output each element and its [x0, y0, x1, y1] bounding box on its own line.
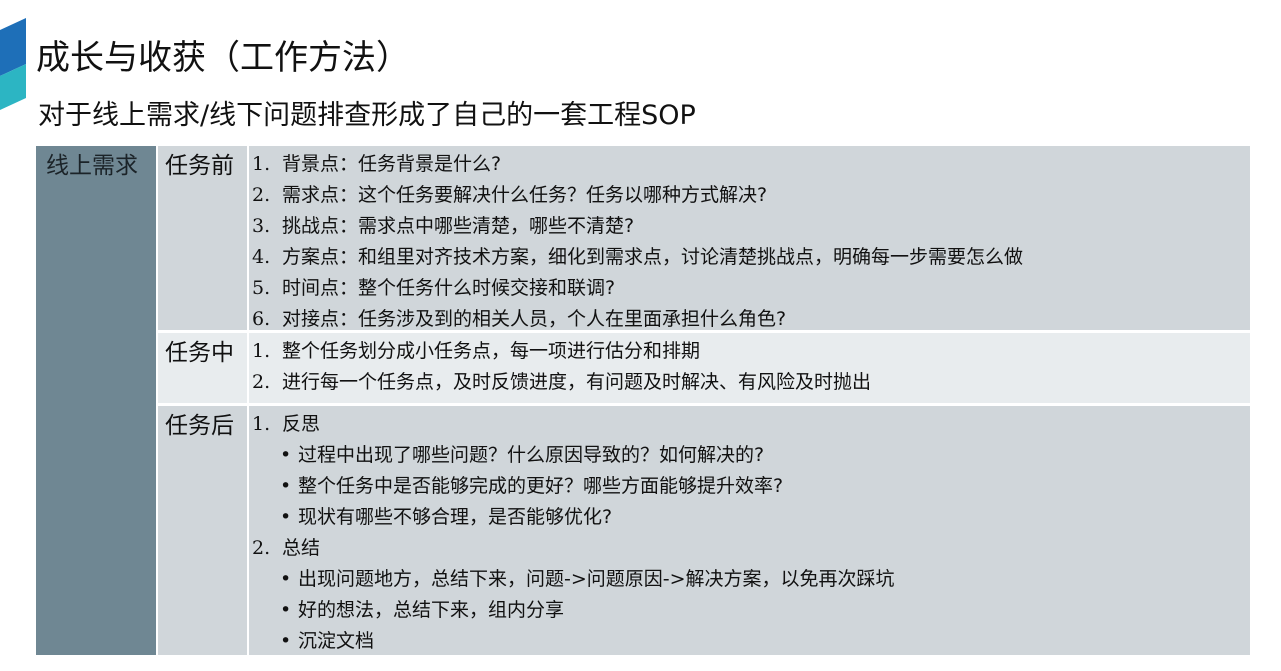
list-item: 6. 对接点：任务涉及到的相关人员，个人在里面承担什么角色? [252, 308, 787, 330]
page-subtitle: 对于线上需求/线下问题排查形成了自己的一套工程SOP [38, 100, 696, 131]
bullet-icon: • [280, 444, 292, 466]
row-label-before-task: 任务前 [158, 146, 247, 330]
list-item: 1. 背景点：任务背景是什么? [252, 153, 502, 175]
bullet-icon: • [280, 568, 292, 590]
list-item: 1. 整个任务划分成小任务点，每一项进行估分和排期 [252, 340, 701, 362]
bullet-item: • 出现问题地方，总结下来，问题->问题原因->解决方案，以免再次踩坑 [252, 564, 1250, 595]
main-category-label: 线上需求 [46, 153, 138, 179]
list-item: 1. 反思 [252, 413, 321, 435]
table-row-before-task: 任务前 1. 背景点：任务背景是什么? 2. 需求点：这个任务要解决什么任务？任务以… [158, 146, 1250, 330]
bullet-icon: • [280, 599, 292, 621]
table-row-after-task: 任务后 1. 反思 • 过程中出现了哪些问题？什么原因导致的？如何解决的? • 整个任… [158, 406, 1250, 655]
list-item: 2. 进行每一个任务点，及时反馈进度，有问题及时解决、有风险及时抛出 [252, 371, 872, 393]
bullet-item: • 好的想法，总结下来，组内分享 [252, 595, 1250, 626]
bullet-item: • 现状有哪些不够合理，是否能够优化? [252, 502, 1250, 533]
list-item: 3. 挑战点：需求点中哪些清楚，哪些不清楚? [252, 215, 635, 237]
list-item: 2. 总结 [252, 537, 321, 559]
page-title: 成长与收获（工作方法） [36, 38, 410, 78]
sop-table: 线上需求 任务前 1. 背景点：任务背景是什么? 2. 需求点：这个任务要解决什么任… [36, 146, 1250, 655]
bullet-item: • 沉淀文档 [252, 626, 1250, 657]
bullet-item: • 过程中出现了哪些问题？什么原因导致的？如何解决的? [252, 440, 1250, 471]
list-item: 2. 需求点：这个任务要解决什么任务？任务以哪种方式解决? [252, 184, 768, 206]
row-body-during-task: 1. 整个任务划分成小任务点，每一项进行估分和排期 2. 进行每一个任务点，及时反馈… [249, 333, 1250, 403]
list-item: 5. 时间点：整个任务什么时候交接和联调? [252, 277, 616, 299]
bullet-icon: • [280, 630, 292, 652]
bullet-icon: • [280, 506, 292, 528]
row-body-before-task: 1. 背景点：任务背景是什么? 2. 需求点：这个任务要解决什么任务？任务以哪种方式… [249, 146, 1250, 330]
main-category-cell: 线上需求 [36, 146, 156, 655]
table-row-during-task: 任务中 1. 整个任务划分成小任务点，每一项进行估分和排期 2. 进行每一个任务点，… [158, 333, 1250, 403]
row-label-after-task: 任务后 [158, 406, 247, 655]
bullet-icon: • [280, 475, 292, 497]
corner-decoration [0, 18, 26, 110]
list-item: 4. 方案点：和组里对齐技术方案，细化到需求点，讨论清楚挑战点，明确每一步需要怎么… [252, 246, 1024, 268]
bullet-item: • 整个任务中是否能够完成的更好？哪些方面能够提升效率? [252, 471, 1250, 502]
row-label-during-task: 任务中 [158, 333, 247, 403]
row-body-after-task: 1. 反思 • 过程中出现了哪些问题？什么原因导致的？如何解决的? • 整个任务中是否… [249, 406, 1250, 655]
